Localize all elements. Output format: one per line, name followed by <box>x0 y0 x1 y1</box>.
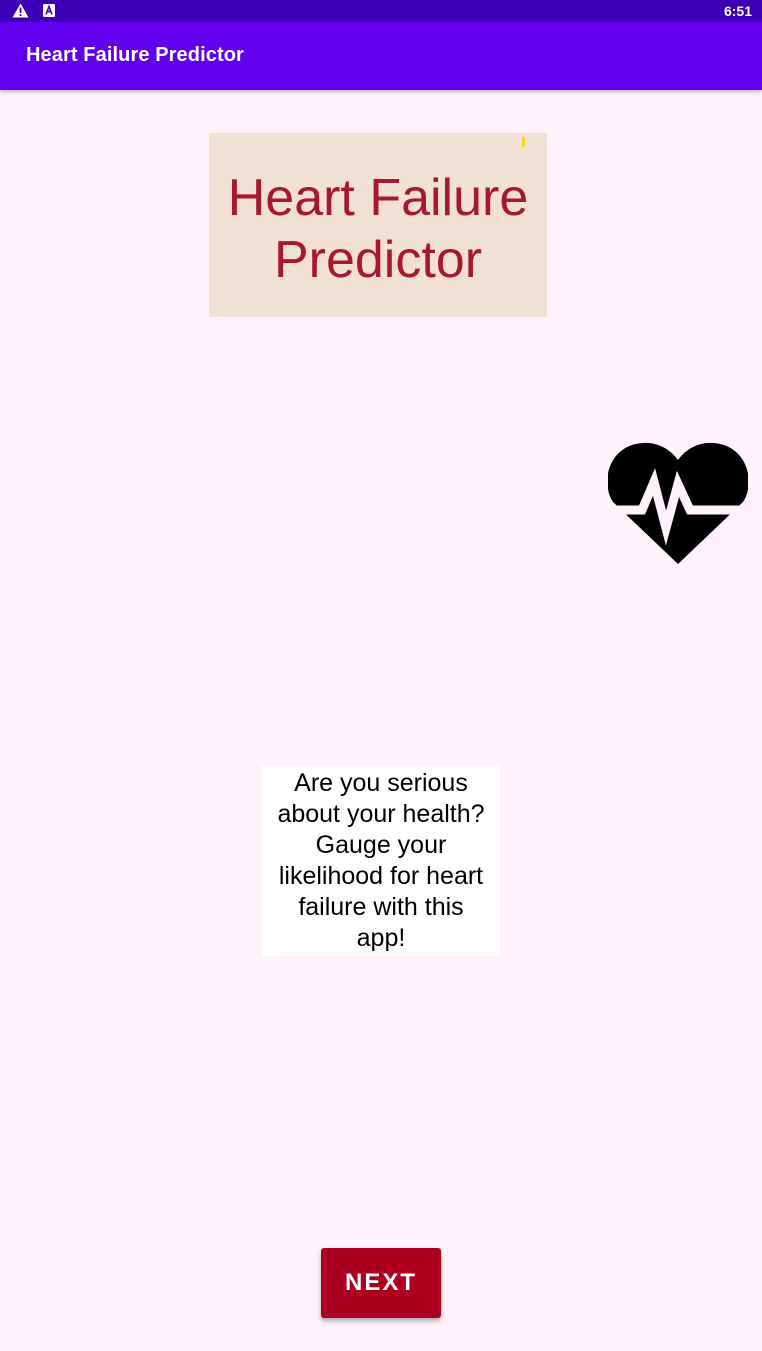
status-time: 6:51 <box>723 3 752 19</box>
message-text: Are you serious about your health? Gauge… <box>262 768 500 954</box>
banner-title-line2: Predictor <box>273 231 483 289</box>
banner-title: Heart Failure Predictor <box>209 167 547 291</box>
message-line: likelihood for heart <box>278 862 484 890</box>
app-title: Heart Failure Predictor <box>26 44 244 66</box>
heartbeat-icon <box>607 440 749 566</box>
message-line: Are you serious <box>294 769 468 797</box>
status-icons <box>12 3 55 18</box>
message-line: app! <box>356 924 406 952</box>
banner-title-line1: Heart Failure <box>227 169 529 227</box>
message-box: Are you serious about your health? Gauge… <box>262 765 500 956</box>
font-a-icon <box>43 4 55 17</box>
message-line: about your health? <box>277 800 485 828</box>
message-line: failure with this <box>298 893 464 921</box>
warning-icon <box>12 3 29 18</box>
banner-marker <box>522 137 525 147</box>
message-line: Gauge your <box>315 831 447 859</box>
app-bar: Heart Failure Predictor <box>0 22 762 90</box>
title-banner: Heart Failure Predictor <box>209 133 547 317</box>
next-button[interactable]: NEXT <box>321 1248 441 1318</box>
status-bar: 6:51 <box>0 0 762 22</box>
